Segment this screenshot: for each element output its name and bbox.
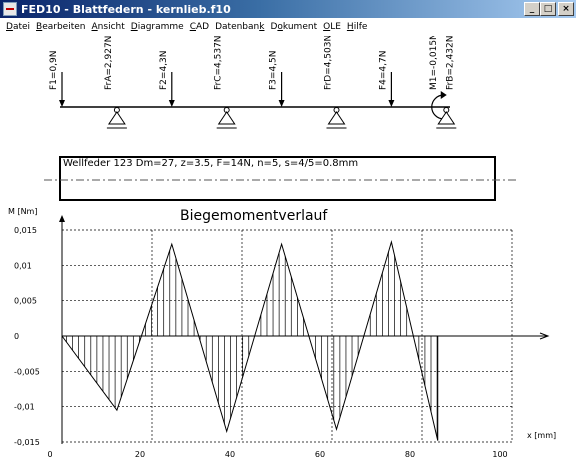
moment-chart: 0,015 0,01 0,005 0 -0,005 -0,01 -0,015 0 20 40 60 8… xyxy=(8,207,556,458)
window-title: FED10 - Blattfedern - kernlieb.f10 xyxy=(21,2,231,16)
x-tick-label: 20 xyxy=(135,450,145,458)
support-triangle xyxy=(217,111,236,125)
menu-item-1[interactable]: Bearbeiten xyxy=(33,22,88,32)
moment-arrow-head xyxy=(440,91,447,99)
drawing-canvas: F1=0,9N FrA=2,927N F2=4,3N FrC=4,537N F3=4,5… xyxy=(8,36,556,458)
y-tick-label: 0,005 xyxy=(14,297,37,306)
y-tick-label: 0,01 xyxy=(14,261,32,270)
x-axis-title: x [mm] xyxy=(527,431,556,440)
chart-title: Biegemomentverlauf xyxy=(180,208,328,224)
force-label: M1=-0,015Nm xyxy=(429,36,439,90)
force-label: F1=0,9N xyxy=(49,51,59,91)
force-label: FrD=4,503N xyxy=(324,36,334,90)
force-label: F2=4,3N xyxy=(159,51,169,91)
window-controls: _ □ × xyxy=(524,2,574,16)
menu-item-2[interactable]: Ansicht xyxy=(89,22,128,32)
title-bar: FED10 - Blattfedern - kernlieb.f10 _ □ × xyxy=(0,0,576,18)
y-tick-label: 0 xyxy=(14,332,19,341)
load-arrow-head xyxy=(59,100,65,107)
y-tick-label: -0,01 xyxy=(14,403,35,412)
support-triangle xyxy=(107,111,126,125)
maximize-button[interactable]: □ xyxy=(540,2,556,16)
x-tick-label: 100 xyxy=(492,450,507,458)
y-axis-title: M [Nm] xyxy=(8,207,37,216)
y-tick-label: -0,005 xyxy=(14,367,40,376)
menu-bar: Datei Bearbeiten Ansicht Diagramme CAD Datenb… xyxy=(0,18,576,36)
spring-label: Wellfeder 123 Dm=27, z=3.5, F=14N, n=5, … xyxy=(63,158,358,169)
support-triangle xyxy=(437,111,456,125)
menu-item-3[interactable]: Diagramme xyxy=(128,22,187,32)
force-label: FrB=2,432N xyxy=(445,36,455,90)
close-button[interactable]: × xyxy=(558,2,574,16)
menu-item-7[interactable]: OLE xyxy=(320,22,344,32)
force-label: FrA=2,927N xyxy=(104,36,114,90)
beam-diagram: F1=0,9N FrA=2,927N F2=4,3N FrC=4,537N F3=4,5… xyxy=(49,36,457,129)
app-icon xyxy=(3,2,17,16)
x-tick-label: 40 xyxy=(225,450,235,458)
force-label: FrC=4,537N xyxy=(214,36,224,90)
force-label: F3=4,5N xyxy=(269,51,279,91)
menu-item-4[interactable]: CAD xyxy=(187,22,212,32)
moment-curve xyxy=(61,240,439,441)
minimize-button[interactable]: _ xyxy=(524,2,540,16)
spring-section: Wellfeder 123 Dm=27, z=3.5, F=14N, n=5, … xyxy=(44,156,518,201)
menu-item-0[interactable]: Datei xyxy=(0,22,33,32)
load-arrow-head xyxy=(388,100,395,107)
force-label: F4=4,7N xyxy=(378,51,388,91)
x-tick-label: 80 xyxy=(405,450,415,458)
menu-item-5[interactable]: Datenbank xyxy=(212,22,267,32)
load-arrow-head xyxy=(278,100,285,107)
y-tick-label: 0,015 xyxy=(14,226,37,235)
x-tick-label: 60 xyxy=(315,450,325,458)
y-axis-arrow xyxy=(59,215,65,222)
y-tick-label: -0,015 xyxy=(14,438,40,447)
menu-item-8[interactable]: Hilfe xyxy=(344,22,371,32)
menu-item-6[interactable]: Dokument xyxy=(267,22,320,32)
load-arrow-head xyxy=(168,100,175,107)
support-triangle xyxy=(327,111,346,125)
x-tick-label: 0 xyxy=(47,450,52,458)
